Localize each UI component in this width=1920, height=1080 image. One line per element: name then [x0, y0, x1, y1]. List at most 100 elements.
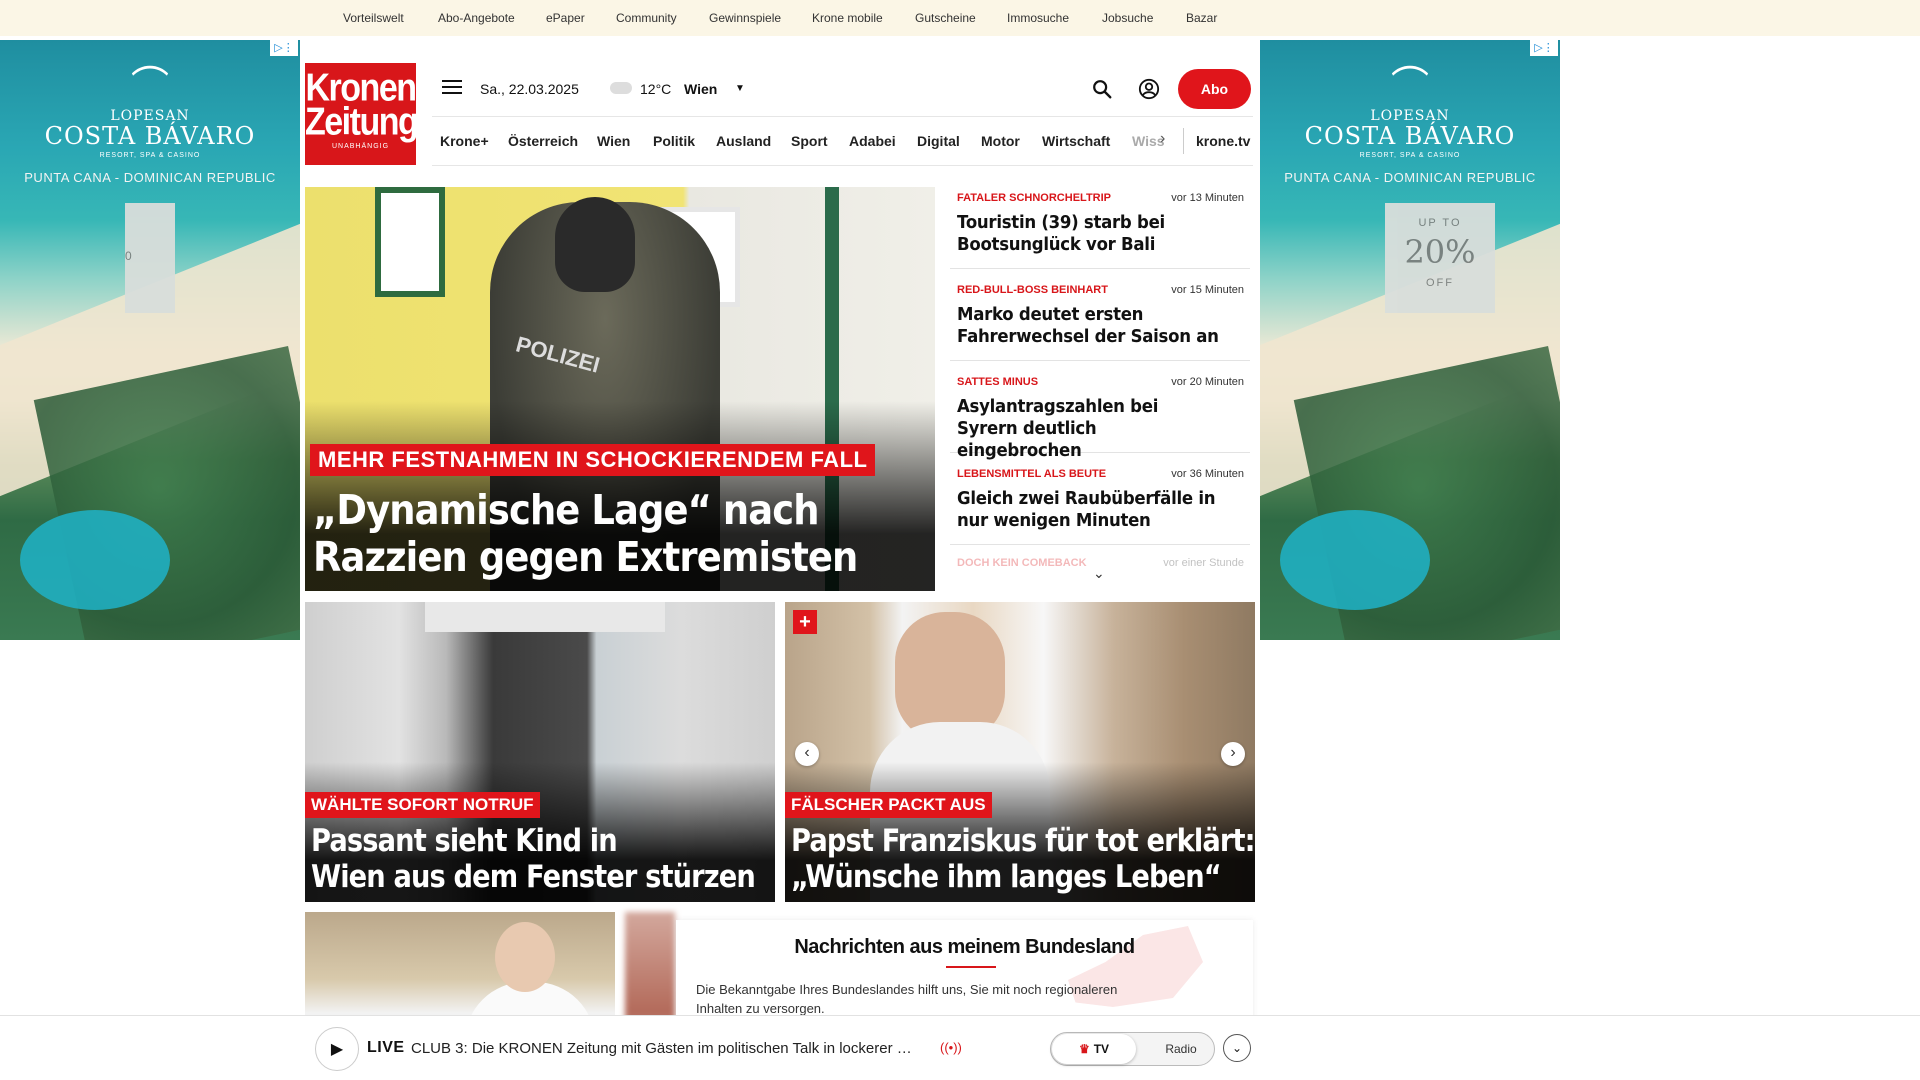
ticker-time: vor einer Stunde [1163, 557, 1244, 569]
topbar-link-bazar[interactable]: Bazar [1186, 11, 1217, 25]
hero-title: „Dynamische Lage“ nach Razzien gegen Ext… [313, 486, 858, 581]
ad-offer-box: 0 [125, 203, 175, 313]
ticker-kicker: SATTES MINUS [957, 376, 1039, 388]
article-title-line1: Passant sieht Kind in [311, 823, 618, 859]
ticker-headline: Marko deutet ersten Fahrerwechsel der Sa… [957, 304, 1219, 347]
ad-logo-icon: ⌒ [1390, 65, 1429, 107]
ticker-headline: Touristin (39) starb bei Bootsunglück vo… [957, 212, 1165, 255]
article-title-line2: „Wünsche ihm langes Leben“ [791, 859, 1222, 895]
chevron-down-icon[interactable]: ▼ [735, 83, 745, 94]
topbar-link-immosuche[interactable]: Immosuche [1007, 11, 1069, 25]
nav-item-wien[interactable]: Wien [597, 133, 630, 149]
ad-logo-icon: ⌒ [130, 65, 169, 107]
ad-pool [20, 510, 170, 610]
article-title-line1: Papst Franziskus für tot erklärt: [791, 823, 1255, 859]
tv-label: TV [1093, 1042, 1110, 1056]
ad-offer-off: OFF [1426, 277, 1454, 289]
nav-divider [1183, 128, 1184, 154]
ad-brand: COSTA BÁVARO [1304, 122, 1516, 150]
article-image-head [495, 922, 555, 992]
ad-location: PUNTA CANA - DOMINICAN REPUBLIC [24, 170, 276, 185]
nav-item-sport[interactable]: Sport [791, 133, 828, 149]
ticker-item[interactable]: LEBENSMITTEL ALS BEUTE vor 36 Minuten Gl… [950, 463, 1250, 545]
ticker-kicker: RED-BULL-BOSS BEINHART [957, 284, 1108, 296]
topbar-link-vorteilswelt[interactable]: Vorteilswelt [343, 11, 404, 25]
ad-resort: RESORT, SPA & CASINO [1359, 152, 1461, 159]
left-skyscraper-ad[interactable]: ▷⋮ ⌒ LOPESAN COSTA BÁVARO RESORT, SPA & … [0, 40, 300, 640]
topbar-link-gewinnspiele[interactable]: Gewinnspiele [709, 11, 781, 25]
nav-item-adabei[interactable]: Adabei [849, 133, 896, 149]
cloud-weather-icon [610, 82, 632, 94]
ad-offer-up: UP TO [1418, 217, 1462, 229]
tv-radio-switch[interactable]: ♛ TV Radio [1050, 1032, 1215, 1066]
nav-item-krone-plus[interactable]: Krone+ [440, 133, 489, 149]
nav-item-ausland[interactable]: Ausland [716, 133, 771, 149]
article-title: Passant sieht Kind in Wien aus dem Fenst… [311, 823, 756, 895]
expand-player-chevron-icon[interactable]: ⌄ [1223, 1034, 1251, 1062]
user-account-icon[interactable] [1138, 78, 1160, 100]
live-stream-title[interactable]: CLUB 3: Die KRONEN Zeitung mit Gästen im… [411, 1040, 912, 1057]
adchoices-icon[interactable]: ▷⋮ [270, 40, 298, 56]
krone-plus-badge-icon: + [793, 610, 817, 634]
topbar-link-epaper[interactable]: ePaper [546, 11, 585, 25]
city-selector[interactable]: Wien [684, 81, 717, 97]
article-card[interactable]: + ‹ › FÄLSCHER PACKT AUS Papst Franzisku… [785, 602, 1255, 902]
play-button[interactable]: ▶ [315, 1027, 359, 1071]
topbar-link-jobsuche[interactable]: Jobsuche [1102, 11, 1153, 25]
region-title-underline [946, 966, 996, 968]
article-card[interactable]: WÄHLTE SOFORT NOTRUF Passant sieht Kind … [305, 602, 775, 902]
ticker-kicker: LEBENSMITTEL ALS BEUTE [957, 468, 1107, 480]
current-date: Sa., 22.03.2025 [480, 81, 579, 97]
ad-resort: RESORT, SPA & CASINO [99, 152, 201, 159]
carousel-prev-button[interactable]: ‹ [795, 742, 819, 766]
nav-item-politik[interactable]: Politik [653, 133, 695, 149]
nav-item-oesterreich[interactable]: Österreich [508, 133, 578, 149]
logo-line2: Zeitung [305, 100, 419, 144]
article-kicker: FÄLSCHER PACKT AUS [785, 792, 992, 818]
hero-article[interactable]: POLIZEI MEHR FESTNAHMEN IN SCHOCKIERENDE… [305, 187, 935, 591]
header-divider [432, 116, 1253, 117]
nav-item-wirtschaft[interactable]: Wirtschaft [1042, 133, 1110, 149]
ad-offer-fragment: 0 [125, 249, 132, 263]
kronen-zeitung-logo[interactable]: Kronen Zeitung UNABHÄNGIG [305, 63, 419, 165]
hero-kicker: MEHR FESTNAHMEN IN SCHOCKIERENDEM FALL [310, 444, 876, 476]
ad-brand: COSTA BÁVARO [44, 122, 256, 150]
topbar-link-abo-angebote[interactable]: Abo-Angebote [438, 11, 515, 25]
carousel-next-button[interactable]: › [1221, 742, 1245, 766]
nav-bottom-divider [432, 165, 1253, 166]
ad-offer-box: UP TO 20% OFF [1385, 203, 1495, 313]
expand-ticker-chevron-icon[interactable]: ⌄ [1093, 565, 1105, 582]
ticker-time: vor 20 Minuten [1171, 376, 1244, 388]
menu-icon[interactable] [442, 80, 462, 96]
nav-item-motor[interactable]: Motor [981, 133, 1020, 149]
nav-item-krone-tv[interactable]: krone.tv [1196, 133, 1250, 149]
chevron-right-icon[interactable]: › [1160, 130, 1165, 148]
ticker-item[interactable]: FATALER SCHNORCHELTRIP vor 13 Minuten To… [950, 187, 1250, 269]
topbar-link-community[interactable]: Community [616, 11, 677, 25]
adchoices-icon[interactable]: ▷⋮ [1530, 40, 1558, 56]
ticker-item[interactable]: SATTES MINUS vor 20 Minuten Asylantragsz… [950, 371, 1250, 461]
region-title: Nachrichten aus meinem Bundesland [794, 936, 1135, 958]
article-kicker: WÄHLTE SOFORT NOTRUF [305, 792, 540, 818]
topbar-link-krone-mobile[interactable]: Krone mobile [812, 11, 883, 25]
tv-toggle[interactable]: ♛ TV [1052, 1034, 1136, 1064]
nav-item-digital[interactable]: Digital [917, 133, 960, 149]
right-skyscraper-ad[interactable]: ▷⋮ ⌒ LOPESAN COSTA BÁVARO RESORT, SPA & … [1260, 40, 1560, 640]
region-text: Die Bekanntgabe Ihres Bundeslandes hilft… [696, 982, 1118, 1016]
hero-image-helmet [555, 197, 635, 292]
ticker-time: vor 36 Minuten [1171, 468, 1244, 480]
ticker-headline: Asylantragszahlen bei Syrern deutlich ei… [957, 396, 1159, 461]
temperature: 12°C [640, 81, 672, 97]
ticker-kicker: DOCH KEIN COMEBACK [957, 557, 1087, 569]
ticker-time: vor 15 Minuten [1171, 284, 1244, 296]
radio-toggle[interactable]: Radio [1151, 1034, 1211, 1064]
ad-offer-percent: 20% [1404, 233, 1476, 271]
ticker-item[interactable]: RED-BULL-BOSS BEINHART vor 15 Minuten Ma… [950, 279, 1250, 361]
subscribe-button[interactable]: Abo [1178, 69, 1251, 109]
ad-pool [1280, 510, 1430, 610]
hero-image-window [375, 187, 445, 297]
top-utility-bar: Vorteilswelt Abo-Angebote ePaper Communi… [0, 0, 1920, 36]
ad-location: PUNTA CANA - DOMINICAN REPUBLIC [1284, 170, 1536, 185]
topbar-link-gutscheine[interactable]: Gutscheine [915, 11, 976, 25]
search-icon[interactable] [1091, 78, 1113, 100]
